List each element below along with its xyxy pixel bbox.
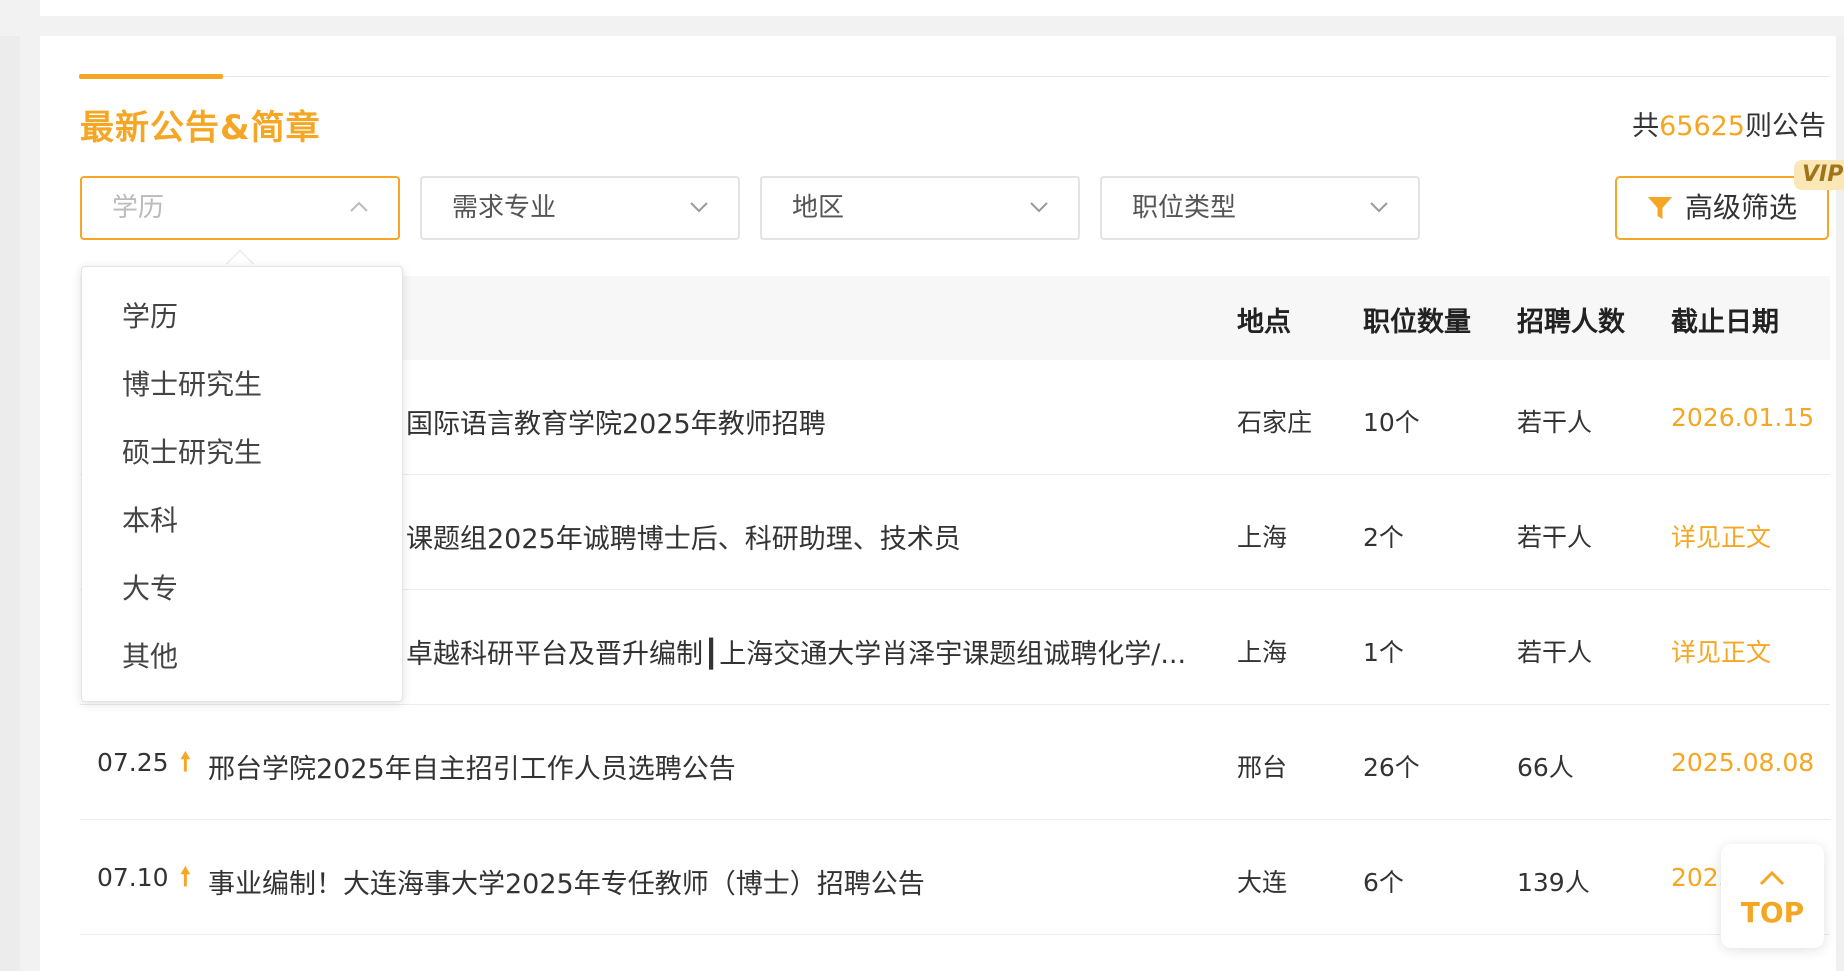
back-to-top-label: TOP bbox=[1740, 896, 1805, 929]
section-title: 最新公告&简章 bbox=[80, 108, 321, 148]
row-deadline: 详见正文 bbox=[1671, 523, 1772, 552]
arrow-up-icon: 🠕 bbox=[180, 747, 191, 776]
chevron-up-icon bbox=[1759, 870, 1785, 886]
row-hires: 若干人 bbox=[1517, 523, 1593, 552]
chevron-up-icon bbox=[350, 201, 368, 212]
back-to-top-button[interactable]: TOP bbox=[1721, 844, 1824, 948]
education-select-placeholder: 学历 bbox=[112, 193, 165, 223]
row-positions: 10个 bbox=[1363, 408, 1420, 437]
table-row[interactable]: 07.25 🠕 邢台学院2025年自主招引工作人员选聘公告 邢台 26个 66人… bbox=[80, 705, 1830, 820]
announcement-title-link[interactable]: 课题组2025年诚聘博士后、科研助理、技术员 bbox=[406, 517, 961, 556]
row-hires: 139人 bbox=[1517, 868, 1590, 897]
section-divider bbox=[80, 76, 1830, 77]
row-hires: 66人 bbox=[1517, 753, 1574, 782]
row-location: 邢台 bbox=[1237, 753, 1288, 782]
region-select-label: 地区 bbox=[792, 193, 845, 223]
position-type-select-label: 职位类型 bbox=[1132, 193, 1237, 223]
row-hires: 若干人 bbox=[1517, 408, 1593, 437]
row-positions: 6个 bbox=[1363, 868, 1404, 897]
column-header-hires: 招聘人数 bbox=[1517, 307, 1625, 338]
advanced-filter-label: 高级筛选 bbox=[1685, 191, 1798, 224]
column-header-positions: 职位数量 bbox=[1363, 307, 1471, 338]
row-date: 07.10 bbox=[97, 863, 169, 892]
row-deadline: 详见正文 bbox=[1671, 638, 1772, 667]
column-header-location: 地点 bbox=[1237, 307, 1291, 338]
position-type-select[interactable]: 职位类型 bbox=[1100, 176, 1420, 240]
row-deadline: 2026.01.15 bbox=[1671, 403, 1815, 432]
education-select[interactable]: 学历 bbox=[80, 176, 400, 240]
row-location: 石家庄 bbox=[1237, 408, 1313, 437]
announcement-title-link[interactable]: 事业编制！大连海事大学2025年专任教师（博士）招聘公告 bbox=[208, 862, 925, 901]
left-gutter bbox=[0, 36, 20, 971]
row-location: 上海 bbox=[1237, 523, 1288, 552]
chevron-down-icon bbox=[690, 202, 708, 213]
row-positions: 2个 bbox=[1363, 523, 1404, 552]
row-date: 07.25 bbox=[97, 748, 169, 777]
section-accent-bar bbox=[79, 74, 223, 79]
major-select[interactable]: 需求专业 bbox=[420, 176, 740, 240]
dropdown-option[interactable]: 博士研究生 bbox=[122, 363, 262, 403]
top-bar bbox=[40, 0, 1844, 16]
dropdown-option[interactable]: 本科 bbox=[122, 499, 178, 539]
table-row[interactable]: 07.10 🠕 事业编制！大连海事大学2025年专任教师（博士）招聘公告 大连 … bbox=[80, 820, 1830, 935]
vip-badge: VIP bbox=[1794, 160, 1844, 190]
announcement-title-link[interactable]: 卓越科研平台及晋升编制┃上海交通大学肖泽宇课题组诚聘化学/... bbox=[406, 632, 1216, 671]
total-count-label: 共65625则公告 bbox=[1632, 104, 1826, 143]
chevron-down-icon bbox=[1370, 202, 1388, 213]
dropdown-option[interactable]: 其他 bbox=[122, 635, 178, 675]
row-positions: 1个 bbox=[1363, 638, 1404, 667]
education-dropdown-menu: 学历 博士研究生 硕士研究生 本科 大专 其他 bbox=[81, 266, 403, 702]
announcement-title-link[interactable]: 邢台学院2025年自主招引工作人员选聘公告 bbox=[208, 747, 736, 786]
region-select[interactable]: 地区 bbox=[760, 176, 1080, 240]
row-positions: 26个 bbox=[1363, 753, 1420, 782]
dropdown-option[interactable]: 硕士研究生 bbox=[122, 431, 262, 471]
total-count: 65625 bbox=[1659, 111, 1745, 142]
arrow-up-icon: 🠕 bbox=[180, 862, 191, 891]
dropdown-option[interactable]: 大专 bbox=[122, 567, 178, 607]
total-prefix: 共 bbox=[1632, 111, 1660, 142]
announcement-title-link[interactable]: 国际语言教育学院2025年教师招聘 bbox=[406, 402, 826, 441]
row-deadline: 2025.08.08 bbox=[1671, 748, 1815, 777]
dropdown-option[interactable]: 学历 bbox=[122, 295, 178, 335]
total-suffix: 则公告 bbox=[1745, 111, 1826, 142]
row-location: 上海 bbox=[1237, 638, 1288, 667]
chevron-down-icon bbox=[1030, 202, 1048, 213]
major-select-label: 需求专业 bbox=[452, 193, 557, 223]
filter-funnel-icon bbox=[1648, 197, 1672, 219]
column-header-deadline: 截止日期 bbox=[1671, 307, 1779, 338]
row-location: 大连 bbox=[1237, 868, 1288, 897]
row-hires: 若干人 bbox=[1517, 638, 1593, 667]
